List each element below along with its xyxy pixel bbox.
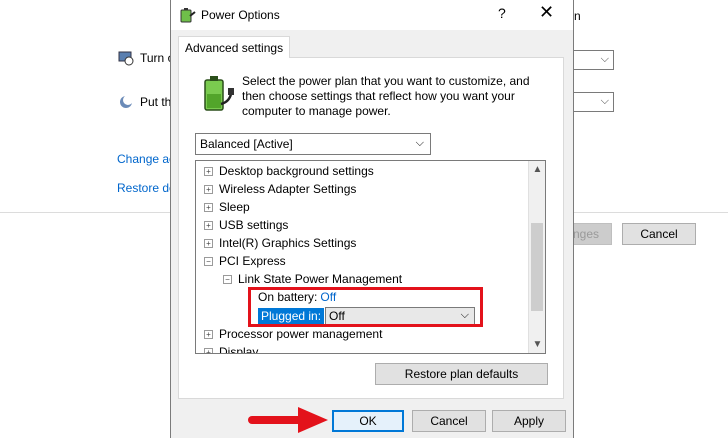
- dialog-title: Power Options: [201, 8, 280, 22]
- bg-cancel-button[interactable]: Cancel: [622, 223, 696, 245]
- bg-heading-fragment: n: [574, 9, 581, 23]
- restore-plan-defaults-label: Restore plan defaults: [404, 367, 519, 381]
- tree-item-label: Wireless Adapter Settings: [219, 182, 357, 196]
- bg-link-restore[interactable]: Restore de: [117, 181, 176, 195]
- tree-item-desktop-background[interactable]: + Desktop background settings: [204, 164, 374, 178]
- close-button[interactable]: ✕: [539, 2, 554, 23]
- annotation-arrow-icon: [248, 407, 328, 433]
- plugged-in-select[interactable]: Off ⌵: [325, 307, 475, 325]
- bg-select-2[interactable]: ⌵: [570, 92, 614, 112]
- plugged-in-setting[interactable]: Plugged in: Off ⌵: [258, 307, 478, 325]
- bg-select-1[interactable]: ⌵: [570, 50, 614, 70]
- tab-advanced-settings[interactable]: Advanced settings: [178, 36, 291, 58]
- expand-icon[interactable]: +: [204, 347, 213, 353]
- tree-item-label: Sleep: [219, 200, 250, 214]
- scroll-thumb[interactable]: [531, 223, 543, 311]
- tree-item-display[interactable]: + Display: [204, 345, 259, 354]
- tree-item-link-state[interactable]: − Link State Power Management: [223, 272, 402, 286]
- collapse-icon[interactable]: −: [204, 256, 213, 266]
- bg-row-turn-off: Turn o: [118, 50, 174, 66]
- tree-item-pci-express[interactable]: − PCI Express: [204, 254, 286, 268]
- tree-item-usb[interactable]: + USB settings: [204, 218, 288, 232]
- apply-label: Apply: [513, 414, 545, 428]
- help-button[interactable]: ?: [498, 5, 506, 21]
- on-battery-setting[interactable]: On battery: Off: [258, 290, 336, 304]
- cancel-label: Cancel: [430, 414, 468, 428]
- expand-icon[interactable]: +: [204, 329, 213, 339]
- expand-icon[interactable]: +: [204, 238, 213, 248]
- moon-icon: [120, 95, 133, 108]
- monitor-clock-icon: [118, 51, 134, 66]
- restore-plan-defaults-button[interactable]: Restore plan defaults: [375, 363, 548, 385]
- power-options-icon: [180, 8, 196, 23]
- bg-save-label: nges: [572, 227, 600, 241]
- plugged-in-value: Off: [329, 309, 345, 323]
- power-plan-value: Balanced [Active]: [200, 137, 293, 151]
- dialog-description: Select the power plan that you want to c…: [242, 74, 530, 118]
- tree-item-wireless-adapter[interactable]: + Wireless Adapter Settings: [204, 182, 356, 196]
- tree-item-label: PCI Express: [219, 254, 286, 268]
- tree-item-label: Display: [219, 345, 259, 354]
- chevron-down-icon: ⌵: [415, 137, 424, 149]
- on-battery-value[interactable]: Off: [320, 290, 336, 304]
- bg-cancel-label: Cancel: [640, 227, 678, 241]
- expand-icon[interactable]: +: [204, 202, 213, 212]
- chevron-down-icon: ⌵: [600, 53, 609, 65]
- battery-plug-icon: [204, 76, 234, 111]
- tab-label: Advanced settings: [185, 40, 284, 55]
- tree-item-label: Processor power management: [219, 327, 383, 341]
- tree-item-label: Intel(R) Graphics Settings: [219, 236, 357, 250]
- bg-row-label: Put th: [140, 95, 172, 109]
- expand-icon[interactable]: +: [204, 220, 213, 230]
- bg-link-change[interactable]: Change ac: [117, 152, 175, 166]
- tree-item-intel-graphics[interactable]: + Intel(R) Graphics Settings: [204, 236, 356, 250]
- chevron-down-icon: ⌵: [460, 309, 469, 321]
- ok-label: OK: [359, 414, 377, 428]
- plugged-in-label: Plugged in:: [258, 308, 325, 324]
- scroll-up-arrow-icon[interactable]: ▲: [529, 161, 545, 178]
- on-battery-label: On battery:: [258, 290, 318, 304]
- apply-button[interactable]: Apply: [492, 410, 566, 432]
- expand-icon[interactable]: +: [204, 166, 213, 176]
- power-plan-select[interactable]: Balanced [Active] ⌵: [195, 133, 431, 155]
- tree-item-sleep[interactable]: + Sleep: [204, 200, 250, 214]
- tree-item-label: Desktop background settings: [219, 164, 374, 178]
- expand-icon[interactable]: +: [204, 184, 213, 194]
- tree-item-label: Link State Power Management: [238, 272, 403, 286]
- chevron-down-icon: ⌵: [600, 95, 609, 107]
- cancel-button[interactable]: Cancel: [412, 410, 486, 432]
- ok-button[interactable]: OK: [332, 410, 404, 432]
- settings-tree[interactable]: + Desktop background settings + Wireless…: [195, 160, 546, 354]
- title-bar[interactable]: Power Options ? ✕: [171, 0, 573, 30]
- bg-row-sleep: Put th: [118, 94, 171, 110]
- scroll-down-arrow-icon[interactable]: ▼: [529, 336, 545, 353]
- tree-item-label: USB settings: [219, 218, 289, 232]
- tree-scrollbar[interactable]: ▲ ▼: [528, 161, 545, 353]
- tree-item-processor-power[interactable]: + Processor power management: [204, 327, 382, 341]
- collapse-icon[interactable]: −: [223, 274, 232, 284]
